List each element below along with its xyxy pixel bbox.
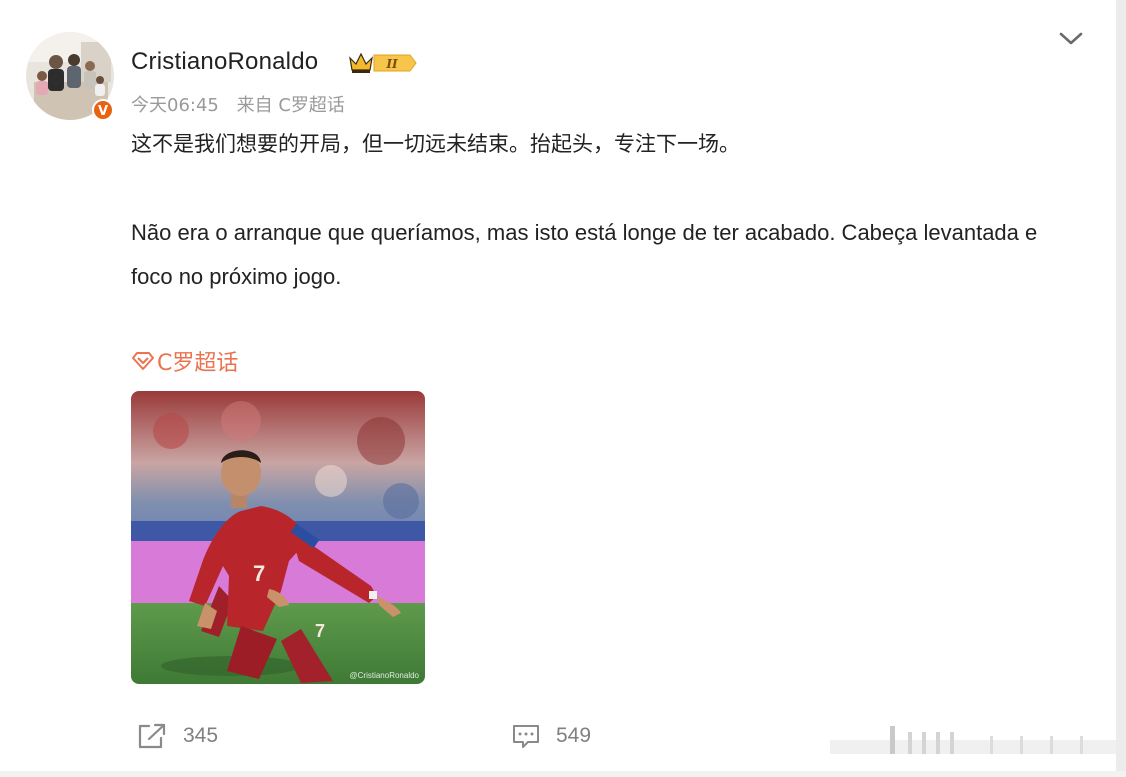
post-meta: 今天06:45 来自 C罗超话 [131, 91, 357, 117]
repost-count: 345 [183, 724, 219, 747]
topic-label: C罗超话 [157, 351, 239, 376]
jersey-number: 7 [253, 561, 265, 586]
image-watermark: @CristianoRonaldo [349, 671, 420, 680]
repost-button[interactable]: 345 [137, 722, 218, 750]
post-image[interactable]: 7 7 @CristianoRonaldo [131, 391, 425, 684]
post-source[interactable]: 来自 C罗超话 [237, 95, 345, 116]
shorts-number: 7 [315, 621, 325, 641]
post-time[interactable]: 今天06:45 [131, 95, 219, 116]
repost-icon [138, 723, 166, 749]
post-text-portuguese: Não era o arranque que queríamos, mas is… [131, 220, 1038, 289]
comment-button[interactable]: 549 [512, 722, 591, 750]
topic-link[interactable]: C罗超话 [131, 345, 238, 377]
comment-count: 549 [556, 724, 592, 747]
post-text-chinese: 这不是我们想要的开局，但一切远未结束。抬起头，专注下一场。 [131, 132, 740, 156]
player-photo: 7 7 [131, 391, 425, 684]
comment-icon [513, 725, 539, 748]
author-name[interactable]: CristianoRonaldo [131, 48, 318, 76]
page-right-edge [1116, 0, 1126, 777]
crown-icon [349, 52, 373, 73]
verified-icon: V [92, 99, 114, 121]
chevron-down-icon[interactable] [1056, 26, 1086, 50]
vip-level: II [385, 57, 398, 71]
page-bottom-edge [0, 771, 1126, 777]
vip-badge[interactable]: II [348, 50, 418, 76]
topic-diamond-icon [132, 352, 154, 370]
like-area-blurred[interactable] [830, 722, 1116, 762]
